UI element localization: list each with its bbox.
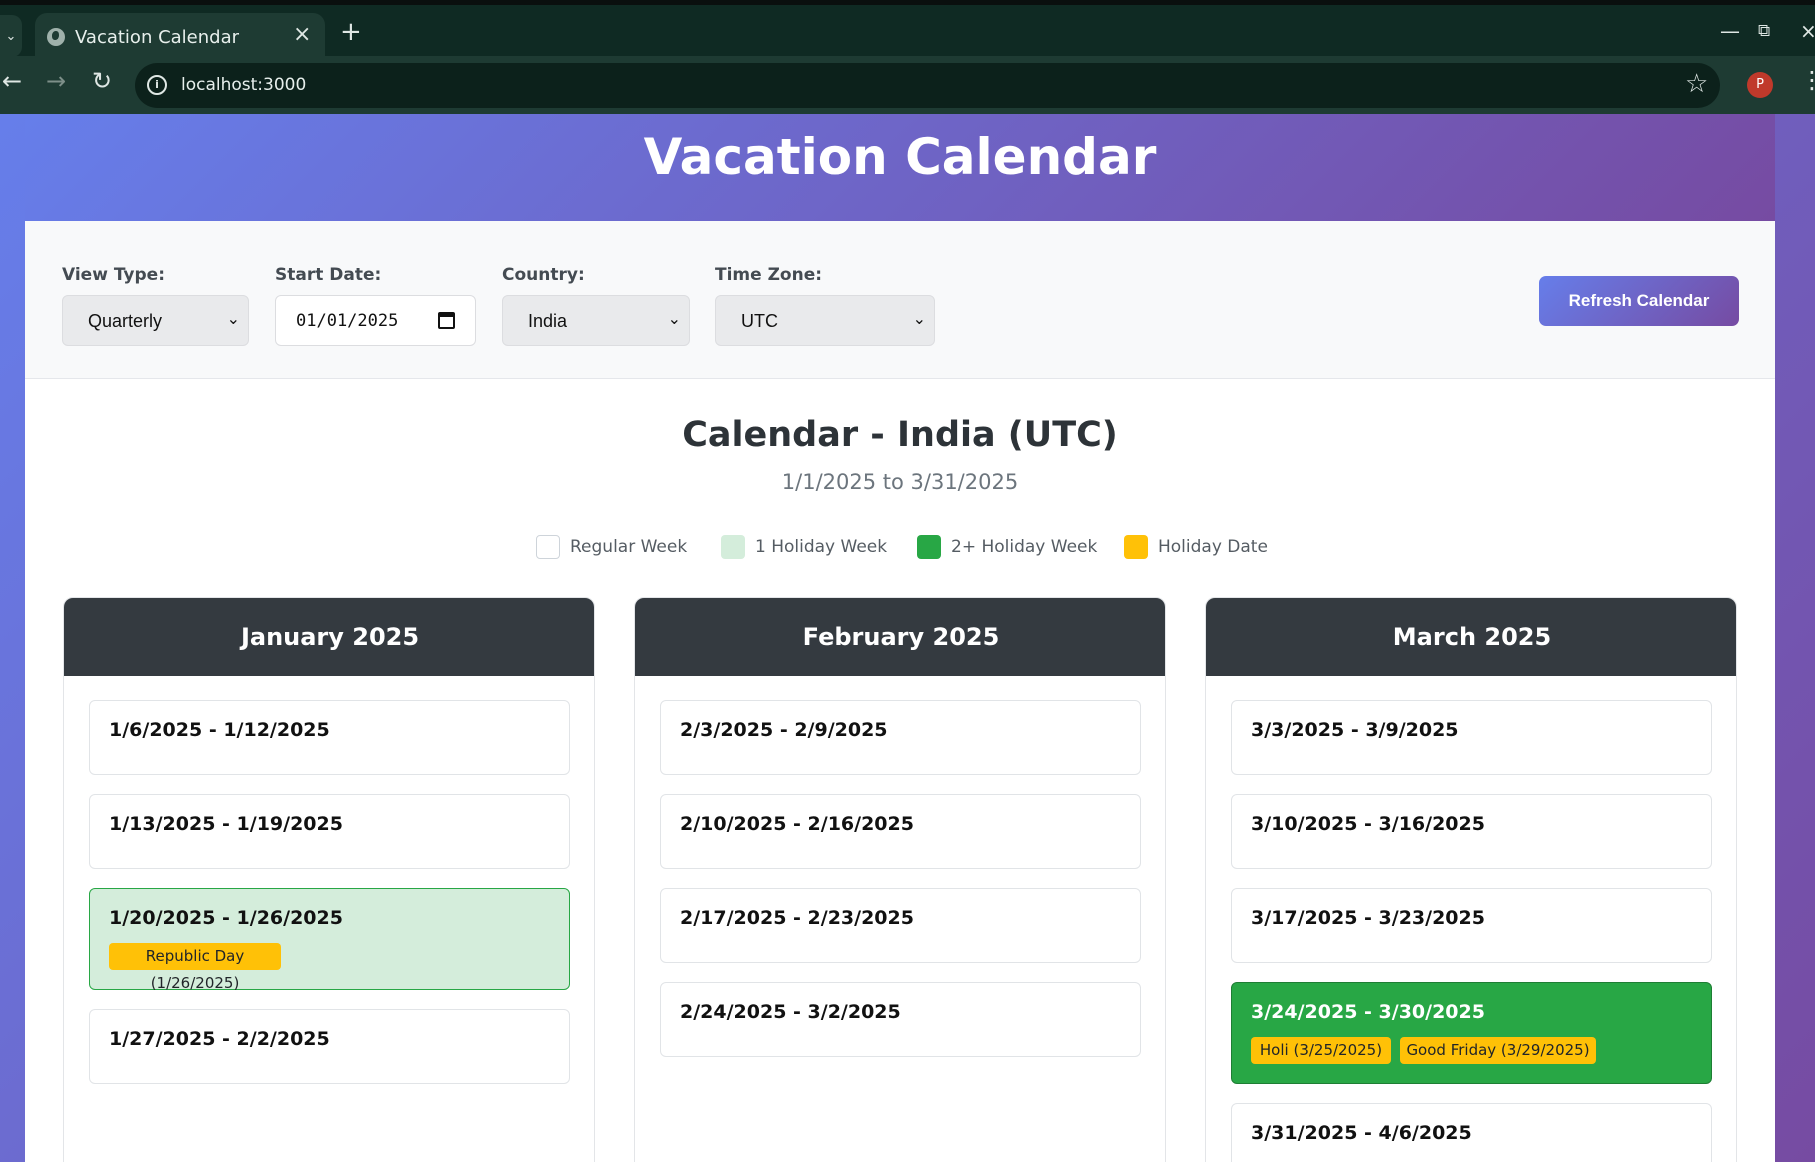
legend-label: 1 Holiday Week — [755, 537, 888, 557]
view-type-label: View Type: — [62, 265, 165, 285]
tab-title: Vacation Calendar — [75, 27, 240, 48]
star-icon[interactable]: ☆ — [1685, 71, 1708, 97]
week-range: 1/20/2025 - 1/26/2025 — [109, 907, 343, 929]
chevron-down-icon: ⌄ — [912, 311, 926, 328]
legend-label: Holiday Date — [1158, 537, 1268, 557]
week-range: 1/6/2025 - 1/12/2025 — [109, 719, 330, 741]
month-card-february: February 2025 2/3/2025 - 2/9/2025 2/10/2… — [634, 597, 1166, 1162]
address-bar[interactable]: i localhost:3000 ☆ — [135, 63, 1720, 108]
legend-swatch — [1124, 535, 1148, 559]
view-type-select[interactable]: Quarterly ⌄ — [62, 295, 249, 346]
legend-swatch — [536, 535, 560, 559]
minimize-icon[interactable]: — — [1720, 21, 1740, 41]
week-range: 2/3/2025 - 2/9/2025 — [680, 719, 888, 741]
url-text[interactable]: localhost:3000 — [181, 75, 306, 95]
week-card[interactable]: 1/6/2025 - 1/12/2025 — [89, 700, 570, 775]
close-window-icon[interactable]: × — [1800, 21, 1815, 41]
browser-toolbar: ← → ↻ i localhost:3000 ☆ P ⋮ — [0, 56, 1815, 114]
week-card[interactable]: 2/10/2025 - 2/16/2025 — [660, 794, 1141, 869]
legend-regular-week: Regular Week — [536, 534, 687, 560]
country-select[interactable]: India ⌄ — [502, 295, 690, 346]
info-icon[interactable]: i — [147, 75, 167, 95]
more-icon[interactable]: ⋮ — [1800, 68, 1815, 92]
reload-icon[interactable]: ↻ — [92, 69, 112, 93]
week-range: 2/17/2025 - 2/23/2025 — [680, 907, 914, 929]
week-range: 3/31/2025 - 4/6/2025 — [1251, 1122, 1472, 1144]
legend-holiday-date: Holiday Date — [1124, 534, 1268, 560]
week-range: 3/24/2025 - 3/30/2025 — [1251, 1001, 1485, 1023]
week-card[interactable]: 2/24/2025 - 3/2/2025 — [660, 982, 1141, 1057]
week-range: 2/24/2025 - 3/2/2025 — [680, 1001, 901, 1023]
legend-label: 2+ Holiday Week — [951, 537, 1098, 557]
country-value: India — [528, 311, 568, 331]
chevron-down-icon: ⌄ — [667, 311, 681, 328]
holiday-badge: Republic Day (1/26/2025) — [109, 943, 281, 992]
week-range: 3/17/2025 - 3/23/2025 — [1251, 907, 1485, 929]
week-card[interactable]: 3/10/2025 - 3/16/2025 — [1231, 794, 1712, 869]
month-header: March 2025 — [1206, 598, 1736, 676]
page-viewport: Vacation Calendar View Type: Quarterly ⌄… — [0, 114, 1815, 1162]
week-range: 3/3/2025 - 3/9/2025 — [1251, 719, 1459, 741]
week-card[interactable]: 3/17/2025 - 3/23/2025 — [1231, 888, 1712, 963]
plus-icon[interactable]: + — [340, 19, 362, 45]
app-container: Vacation Calendar View Type: Quarterly ⌄… — [25, 114, 1775, 1162]
view-type-value: Quarterly — [88, 311, 163, 331]
week-card[interactable]: 2/3/2025 - 2/9/2025 — [660, 700, 1141, 775]
start-date-input[interactable]: 01/01/2025 — [275, 295, 476, 346]
controls-panel: View Type: Quarterly ⌄ Start Date: 01/01… — [25, 221, 1775, 379]
week-card[interactable]: 3/3/2025 - 3/9/2025 — [1231, 700, 1712, 775]
week-card[interactable]: 2/17/2025 - 2/23/2025 — [660, 888, 1141, 963]
calendar-date-range: 1/1/2025 to 3/31/2025 — [781, 470, 1019, 494]
week-card[interactable]: 1/13/2025 - 1/19/2025 — [89, 794, 570, 869]
month-card-january: January 2025 1/6/2025 - 1/12/2025 1/13/2… — [63, 597, 595, 1162]
legend-swatch — [917, 535, 941, 559]
calendar-icon[interactable] — [438, 312, 455, 329]
week-card-multi-holiday[interactable]: 3/24/2025 - 3/30/2025 Holi (3/25/2025) G… — [1231, 982, 1712, 1084]
restore-icon[interactable]: ⧉ — [1758, 21, 1770, 41]
holiday-badge: Good Friday (3/29/2025) — [1400, 1037, 1596, 1064]
avatar[interactable]: P — [1747, 72, 1773, 98]
browser-tab[interactable]: Vacation Calendar × — [35, 13, 325, 61]
calendar-title: Calendar - India (UTC) — [682, 415, 1118, 455]
week-card[interactable]: 3/31/2025 - 4/6/2025 — [1231, 1103, 1712, 1162]
legend-multi-holiday-week: 2+ Holiday Week — [917, 534, 1097, 560]
timezone-label: Time Zone: — [715, 265, 823, 285]
page-title: Vacation Calendar — [643, 128, 1157, 186]
tab-list-icon[interactable]: ⌄ — [0, 15, 22, 57]
start-date-label: Start Date: — [275, 265, 382, 285]
week-range: 1/13/2025 - 1/19/2025 — [109, 813, 343, 835]
timezone-select[interactable]: UTC ⌄ — [715, 295, 935, 346]
chevron-down-icon: ⌄ — [226, 311, 240, 328]
week-card[interactable]: 1/27/2025 - 2/2/2025 — [89, 1009, 570, 1084]
start-date-value: 01/01/2025 — [296, 311, 399, 331]
tab-bar: ⌄ Vacation Calendar × + — ⧉ × — [0, 5, 1815, 61]
month-header: February 2025 — [635, 598, 1165, 676]
refresh-calendar-button[interactable]: Refresh Calendar — [1539, 276, 1739, 326]
close-icon[interactable]: × — [293, 24, 311, 46]
holiday-badge: Holi (3/25/2025) — [1251, 1037, 1391, 1064]
legend-one-holiday-week: 1 Holiday Week — [721, 534, 887, 560]
globe-icon — [47, 28, 65, 46]
legend-swatch — [721, 535, 745, 559]
legend-label: Regular Week — [570, 537, 688, 557]
timezone-value: UTC — [741, 311, 778, 331]
week-range: 2/10/2025 - 2/16/2025 — [680, 813, 914, 835]
month-header: January 2025 — [64, 598, 594, 676]
app-header: Vacation Calendar — [25, 114, 1775, 221]
forward-icon[interactable]: → — [46, 69, 66, 93]
country-label: Country: — [502, 265, 585, 285]
week-range: 3/10/2025 - 3/16/2025 — [1251, 813, 1485, 835]
week-card-holiday[interactable]: 1/20/2025 - 1/26/2025 Republic Day (1/26… — [89, 888, 570, 992]
back-icon[interactable]: ← — [2, 69, 22, 93]
week-range: 1/27/2025 - 2/2/2025 — [109, 1028, 330, 1050]
month-card-march: March 2025 3/3/2025 - 3/9/2025 3/10/2025… — [1205, 597, 1737, 1162]
